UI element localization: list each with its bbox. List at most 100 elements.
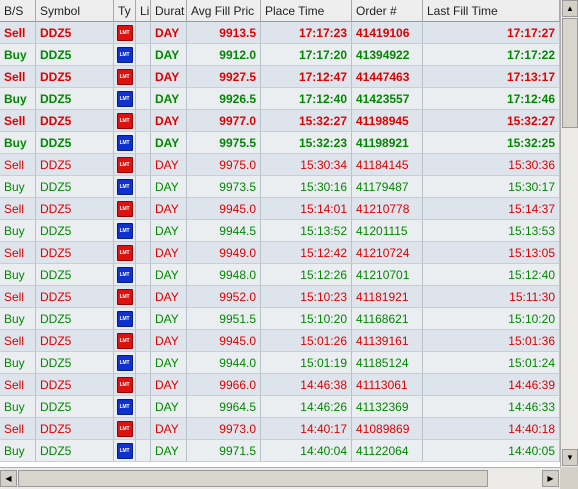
cell-place: 15:12:26 — [261, 264, 352, 286]
header-last[interactable]: Last Fill Time — [423, 0, 560, 22]
header-order[interactable]: Order # — [352, 0, 423, 22]
cell-duration: DAY — [151, 66, 187, 88]
scroll-down-icon[interactable]: ▼ — [562, 449, 578, 466]
cell-symbol: DDZ5 — [36, 132, 114, 154]
cell-bs: Buy — [0, 176, 36, 198]
vertical-scroll-thumb[interactable] — [562, 18, 578, 128]
header-type[interactable]: Ty — [114, 0, 136, 22]
cell-place: 15:10:20 — [261, 308, 352, 330]
cell-place: 15:01:19 — [261, 352, 352, 374]
cell-type: LMT — [114, 286, 136, 308]
lmt-order-icon: LMT — [116, 134, 133, 151]
cell-symbol: DDZ5 — [36, 44, 114, 66]
header-avg[interactable]: Avg Fill Pric — [187, 0, 261, 22]
scroll-up-icon[interactable]: ▲ — [562, 0, 578, 17]
cell-type: LMT — [114, 44, 136, 66]
horizontal-scrollbar[interactable]: ◀ ▶ — [0, 467, 560, 489]
cell-type: LMT — [114, 418, 136, 440]
cell-last: 15:30:36 — [423, 154, 560, 176]
table-row[interactable]: Sell DDZ5 LMT DAY 9927.5 17:12:47 41447463 17:1… — [0, 66, 560, 88]
cell-bs: Buy — [0, 132, 36, 154]
table-row[interactable]: Sell DDZ5 LMT DAY 9977.0 15:32:27 41198945 15:3… — [0, 110, 560, 132]
header-symbol[interactable]: Symbol — [36, 0, 114, 22]
cell-symbol: DDZ5 — [36, 330, 114, 352]
table-row[interactable]: Buy DDZ5 LMT DAY 9951.5 15:10:20 41168621 15:10… — [0, 308, 560, 330]
header-li[interactable]: Li — [136, 0, 151, 22]
cell-bs: Sell — [0, 330, 36, 352]
cell-last: 17:12:46 — [423, 88, 560, 110]
cell-avg: 9952.0 — [187, 286, 261, 308]
table-row[interactable]: Buy DDZ5 LMT DAY 9964.5 14:46:26 41132369 14:46… — [0, 396, 560, 418]
cell-li — [136, 22, 151, 44]
table-row[interactable]: Sell DDZ5 LMT DAY 9975.0 15:30:34 41184145 15:3… — [0, 154, 560, 176]
cell-order: 41132369 — [352, 396, 423, 418]
cell-last: 14:40:18 — [423, 418, 560, 440]
cell-last: 15:10:20 — [423, 308, 560, 330]
cell-order: 41181921 — [352, 286, 423, 308]
table-row[interactable]: Buy DDZ5 LMT DAY 9948.0 15:12:26 41210701 15:12… — [0, 264, 560, 286]
cell-order: 41185124 — [352, 352, 423, 374]
header-duration[interactable]: Durat — [151, 0, 187, 22]
scroll-left-icon[interactable]: ◀ — [0, 470, 17, 487]
cell-avg: 9973.5 — [187, 176, 261, 198]
cell-last: 14:46:39 — [423, 374, 560, 396]
cell-bs: Buy — [0, 396, 36, 418]
cell-avg: 9944.0 — [187, 352, 261, 374]
cell-place: 15:30:16 — [261, 176, 352, 198]
lmt-order-icon: LMT — [116, 178, 133, 195]
lmt-order-icon: LMT — [116, 24, 133, 41]
cell-order: 41210701 — [352, 264, 423, 286]
cell-order: 41210778 — [352, 198, 423, 220]
cell-li — [136, 220, 151, 242]
table-row[interactable]: Sell DDZ5 LMT DAY 9966.0 14:46:38 41113061 14:4… — [0, 374, 560, 396]
horizontal-scroll-thumb[interactable] — [18, 470, 488, 487]
cell-last: 15:13:53 — [423, 220, 560, 242]
table-row[interactable]: Buy DDZ5 LMT DAY 9912.0 17:17:20 41394922 17:17… — [0, 44, 560, 66]
grid-header: B/S Symbol Ty Li Durat Avg Fill Pric Place Tim… — [0, 0, 560, 22]
table-row[interactable]: Sell DDZ5 LMT DAY 9945.0 15:14:01 41210778 15:1… — [0, 198, 560, 220]
table-row[interactable]: Buy DDZ5 LMT DAY 9975.5 15:32:23 41198921 15:32… — [0, 132, 560, 154]
lmt-order-icon: LMT — [116, 156, 133, 173]
vertical-scrollbar[interactable]: ▲ ▼ — [560, 0, 578, 467]
cell-symbol: DDZ5 — [36, 110, 114, 132]
table-row[interactable]: Buy DDZ5 LMT DAY 9971.5 14:40:04 41122064 14:40… — [0, 440, 560, 462]
cell-li — [136, 396, 151, 418]
cell-symbol: DDZ5 — [36, 352, 114, 374]
cell-li — [136, 88, 151, 110]
cell-order: 41139161 — [352, 330, 423, 352]
cell-symbol: DDZ5 — [36, 440, 114, 462]
table-row[interactable]: Sell DDZ5 LMT DAY 9945.0 15:01:26 41139161 15:0… — [0, 330, 560, 352]
table-row[interactable]: Sell DDZ5 LMT DAY 9913.5 17:17:23 41419106 17:1… — [0, 22, 560, 44]
table-row[interactable]: Buy DDZ5 LMT DAY 9973.5 15:30:16 41179487 15:30… — [0, 176, 560, 198]
cell-duration: DAY — [151, 154, 187, 176]
header-place[interactable]: Place Time — [261, 0, 352, 22]
cell-symbol: DDZ5 — [36, 286, 114, 308]
cell-type: LMT — [114, 440, 136, 462]
lmt-order-icon: LMT — [116, 442, 133, 459]
cell-li — [136, 110, 151, 132]
cell-duration: DAY — [151, 264, 187, 286]
header-bs[interactable]: B/S — [0, 0, 36, 22]
cell-duration: DAY — [151, 132, 187, 154]
lmt-order-icon: LMT — [116, 420, 133, 437]
table-row[interactable]: Sell DDZ5 LMT DAY 9973.0 14:40:17 41089869 14:4… — [0, 418, 560, 440]
table-row[interactable]: Buy DDZ5 LMT DAY 9944.5 15:13:52 41201115 15:13… — [0, 220, 560, 242]
cell-symbol: DDZ5 — [36, 220, 114, 242]
cell-symbol: DDZ5 — [36, 242, 114, 264]
scroll-right-icon[interactable]: ▶ — [542, 470, 559, 487]
cell-last: 15:30:17 — [423, 176, 560, 198]
lmt-order-icon: LMT — [116, 46, 133, 63]
cell-type: LMT — [114, 154, 136, 176]
cell-type: LMT — [114, 242, 136, 264]
cell-place: 15:32:27 — [261, 110, 352, 132]
cell-li — [136, 418, 151, 440]
cell-symbol: DDZ5 — [36, 374, 114, 396]
cell-order: 41113061 — [352, 374, 423, 396]
table-row[interactable]: Sell DDZ5 LMT DAY 9949.0 15:12:42 41210724 15:1… — [0, 242, 560, 264]
table-row[interactable]: Buy DDZ5 LMT DAY 9926.5 17:12:40 41423557 17:12… — [0, 88, 560, 110]
cell-last: 14:40:05 — [423, 440, 560, 462]
table-row[interactable]: Sell DDZ5 LMT DAY 9952.0 15:10:23 41181921 15:1… — [0, 286, 560, 308]
cell-avg: 9912.0 — [187, 44, 261, 66]
table-row[interactable]: Buy DDZ5 LMT DAY 9944.0 15:01:19 41185124 15:01… — [0, 352, 560, 374]
cell-last: 15:12:40 — [423, 264, 560, 286]
